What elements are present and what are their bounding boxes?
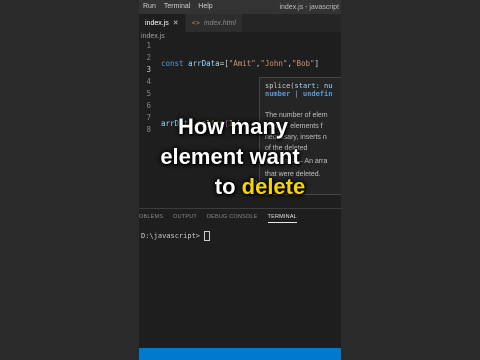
- menu-bar: Run Terminal Help index.js - javascript: [139, 0, 341, 14]
- video-caption-overlay: How many element want to delete: [140, 112, 340, 202]
- line-number: 5: [146, 89, 151, 98]
- caption-prefix: to: [214, 174, 242, 199]
- tab-terminal[interactable]: TERMINAL: [267, 214, 297, 223]
- terminal-prompt: D:\javascript>: [141, 232, 201, 240]
- status-bar: [139, 348, 341, 360]
- string-literal: "John": [260, 59, 288, 68]
- code-line-1: const arrData=["Amit","John","Bob"]: [161, 58, 319, 70]
- bottom-panel: OBLEMS OUTPUT DEBUG CONSOLE TERMINAL D:\…: [139, 208, 341, 349]
- signature-param: start: nu: [294, 82, 333, 90]
- signature-name: splice(: [265, 82, 295, 90]
- signature-type-line: number | undefin: [265, 90, 341, 98]
- terminal-cursor: [204, 231, 211, 241]
- panel-tabs: OBLEMS OUTPUT DEBUG CONSOLE TERMINAL: [139, 209, 341, 223]
- punct: =[: [219, 59, 229, 68]
- punct: ]: [314, 59, 320, 68]
- tab-index-html[interactable]: <> index.html: [185, 14, 243, 32]
- menu-help[interactable]: Help: [194, 0, 216, 14]
- close-icon[interactable]: ✕: [173, 19, 179, 27]
- line-number: 3: [146, 65, 151, 74]
- editor-tab-bar: index.js ✕ <> index.html: [139, 14, 341, 32]
- menu-terminal[interactable]: Terminal: [160, 0, 194, 14]
- string-literal: "Amit": [228, 59, 256, 68]
- html-icon: <>: [191, 19, 201, 27]
- terminal-prompt-line[interactable]: D:\javascript>: [141, 231, 211, 241]
- window-title: index.js - javascript: [279, 3, 339, 11]
- tab-label: index.html: [204, 19, 236, 27]
- keyword-const: const: [161, 59, 184, 68]
- signature-type: number | undefin: [265, 90, 333, 98]
- line-number: 6: [146, 101, 151, 110]
- tab-label: index.js: [145, 19, 169, 27]
- signature-line: splice(start: nu: [265, 82, 341, 90]
- tab-index-js[interactable]: index.js ✕: [139, 14, 186, 32]
- caption-line-2: element want: [160, 144, 300, 169]
- tab-debug-console[interactable]: DEBUG CONSOLE: [207, 214, 258, 223]
- line-number: 4: [146, 77, 151, 86]
- caption-line-1: How many: [177, 114, 289, 139]
- line-number: 1: [146, 41, 151, 50]
- line-number: 2: [146, 53, 151, 62]
- tab-problems[interactable]: OBLEMS: [139, 214, 163, 223]
- string-literal: "Bob": [291, 59, 315, 68]
- caption-line-3: to delete: [140, 172, 340, 202]
- menu-run[interactable]: Run: [139, 0, 160, 14]
- breadcrumb[interactable]: index.js: [141, 33, 165, 40]
- identifier: arrData: [188, 59, 220, 68]
- tab-output[interactable]: OUTPUT: [173, 214, 197, 223]
- caption-highlight: delete: [241, 174, 306, 199]
